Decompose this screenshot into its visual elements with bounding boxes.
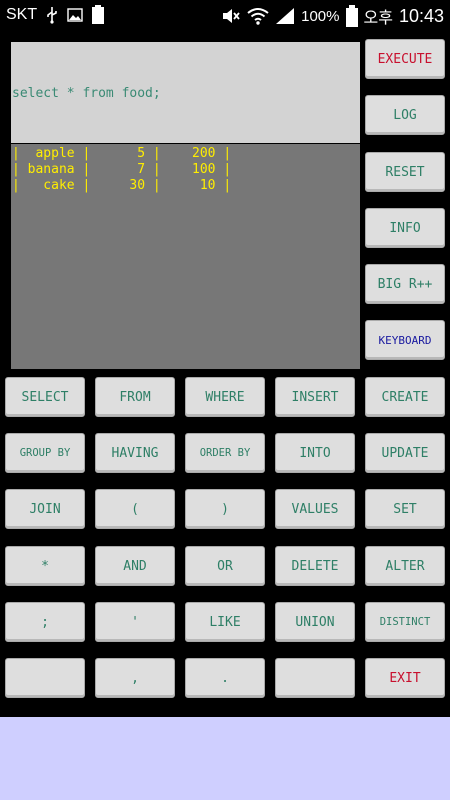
- battery-icon: [345, 5, 358, 27]
- key-update[interactable]: UPDATE: [365, 433, 445, 473]
- wifi-icon: [247, 7, 269, 25]
- query-text: select * from food;: [12, 86, 161, 101]
- query-input[interactable]: select * from food;: [11, 42, 360, 143]
- key-quote[interactable]: ': [95, 602, 175, 642]
- key-asterisk[interactable]: *: [5, 546, 85, 586]
- key-period[interactable]: .: [185, 658, 265, 698]
- mute-icon: [221, 7, 241, 25]
- carrier-label: SKT: [6, 6, 38, 23]
- key-join[interactable]: JOIN: [5, 489, 85, 529]
- status-bar: SKT 100% 오후 10:43: [0, 0, 450, 32]
- result-output: | apple | 5 | 200 | | banana | 7 | 100 |…: [11, 144, 360, 369]
- key-semicolon[interactable]: ;: [5, 602, 85, 642]
- exit-button[interactable]: EXIT: [365, 658, 445, 698]
- key-order-by[interactable]: ORDER BY: [185, 433, 265, 473]
- result-row: | apple | 5 | 200 |: [12, 146, 232, 161]
- key-union[interactable]: UNION: [275, 602, 355, 642]
- key-insert[interactable]: INSERT: [275, 377, 355, 417]
- key-blank-2[interactable]: [275, 658, 355, 698]
- key-open-paren[interactable]: (: [95, 489, 175, 529]
- battery-small-icon: [91, 5, 105, 25]
- key-like[interactable]: LIKE: [185, 602, 265, 642]
- result-row: | cake | 30 | 10 |: [12, 178, 232, 193]
- key-blank-1[interactable]: [5, 658, 85, 698]
- bottom-panel: [0, 717, 450, 800]
- key-comma[interactable]: ,: [95, 658, 175, 698]
- key-group-by[interactable]: GROUP BY: [5, 433, 85, 473]
- image-icon: [67, 7, 83, 23]
- key-where[interactable]: WHERE: [185, 377, 265, 417]
- log-button[interactable]: LOG: [365, 95, 445, 135]
- status-left: SKT: [6, 5, 105, 25]
- info-button[interactable]: INFO: [365, 208, 445, 248]
- key-from[interactable]: FROM: [95, 377, 175, 417]
- signal-icon: [275, 7, 295, 25]
- key-and[interactable]: AND: [95, 546, 175, 586]
- key-values[interactable]: VALUES: [275, 489, 355, 529]
- battery-percent: 100%: [301, 7, 340, 25]
- reset-button[interactable]: RESET: [365, 152, 445, 192]
- key-close-paren[interactable]: ): [185, 489, 265, 529]
- key-create[interactable]: CREATE: [365, 377, 445, 417]
- key-or[interactable]: OR: [185, 546, 265, 586]
- result-row: | banana | 7 | 100 |: [12, 162, 232, 177]
- key-set[interactable]: SET: [365, 489, 445, 529]
- key-select[interactable]: SELECT: [5, 377, 85, 417]
- keyboard-button[interactable]: KEYBOARD: [365, 320, 445, 360]
- clock: 10:43: [398, 5, 444, 26]
- big-r-button[interactable]: BIG R++: [365, 264, 445, 304]
- execute-button[interactable]: EXECUTE: [365, 39, 445, 79]
- ampm-label: 오후: [363, 10, 393, 27]
- usb-icon: [45, 6, 59, 24]
- key-distinct[interactable]: DISTINCT: [365, 602, 445, 642]
- status-right: 100% 오후 10:43: [221, 4, 444, 28]
- key-delete[interactable]: DELETE: [275, 546, 355, 586]
- key-having[interactable]: HAVING: [95, 433, 175, 473]
- key-into[interactable]: INTO: [275, 433, 355, 473]
- key-alter[interactable]: ALTER: [365, 546, 445, 586]
